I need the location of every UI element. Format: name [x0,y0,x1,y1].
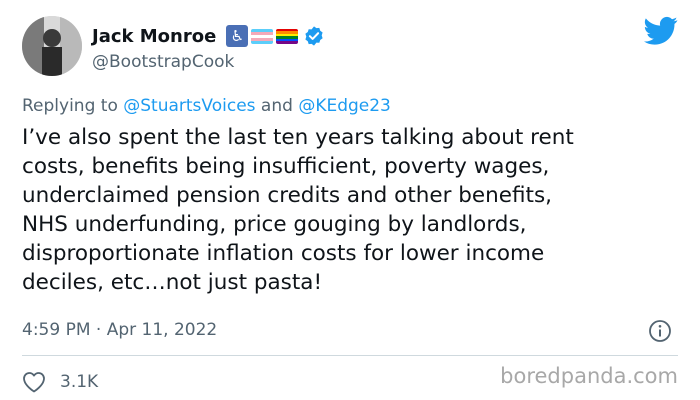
tweet-line: NHS underfunding, price gouging by landl… [22,212,527,237]
replying-prefix: Replying to [22,96,124,116]
wheelchair-icon: ♿ [226,25,249,47]
replying-to: Replying to @StuartsVoices and @KEdge23 [22,96,391,116]
info-icon[interactable] [648,319,672,343]
rainbow-flag-icon [276,28,299,44]
tweet-line: disproportionate inflation costs for low… [22,241,545,266]
author-handle[interactable]: @BootstrapCook [92,52,234,72]
like-count: 3.1K [60,372,99,392]
mention-link-kedge23[interactable]: @KEdge23 [298,96,391,116]
author-display-name[interactable]: Jack Monroe [92,26,216,47]
mention-link-stuartsvoices[interactable]: @StuartsVoices [123,96,255,116]
tweet-timestamp[interactable]: 4:59 PM · Apr 11, 2022 [22,320,217,340]
twitter-bird-icon[interactable] [644,16,678,46]
tweet-line: underclaimed pension credits and other b… [22,183,553,208]
author-name-row: Jack Monroe ♿ [92,24,325,48]
source-watermark: boredpanda.com [500,364,678,388]
replying-joiner: and [255,96,299,116]
avatar[interactable] [22,16,82,76]
tweet-text: I’ve also spent the last ten years talki… [22,123,690,297]
like-button[interactable]: 3.1K [22,371,98,393]
divider [22,355,678,356]
tweet-line: deciles, etc…not just pasta! [22,270,323,295]
tweet-line: I’ve also spent the last ten years talki… [22,125,574,150]
tweet-line: costs, benefits being insufficient, pove… [22,154,550,179]
heart-icon [23,372,45,393]
profile-photo [22,16,82,76]
trans-flag-icon [251,28,274,44]
verified-badge-icon [305,26,323,46]
